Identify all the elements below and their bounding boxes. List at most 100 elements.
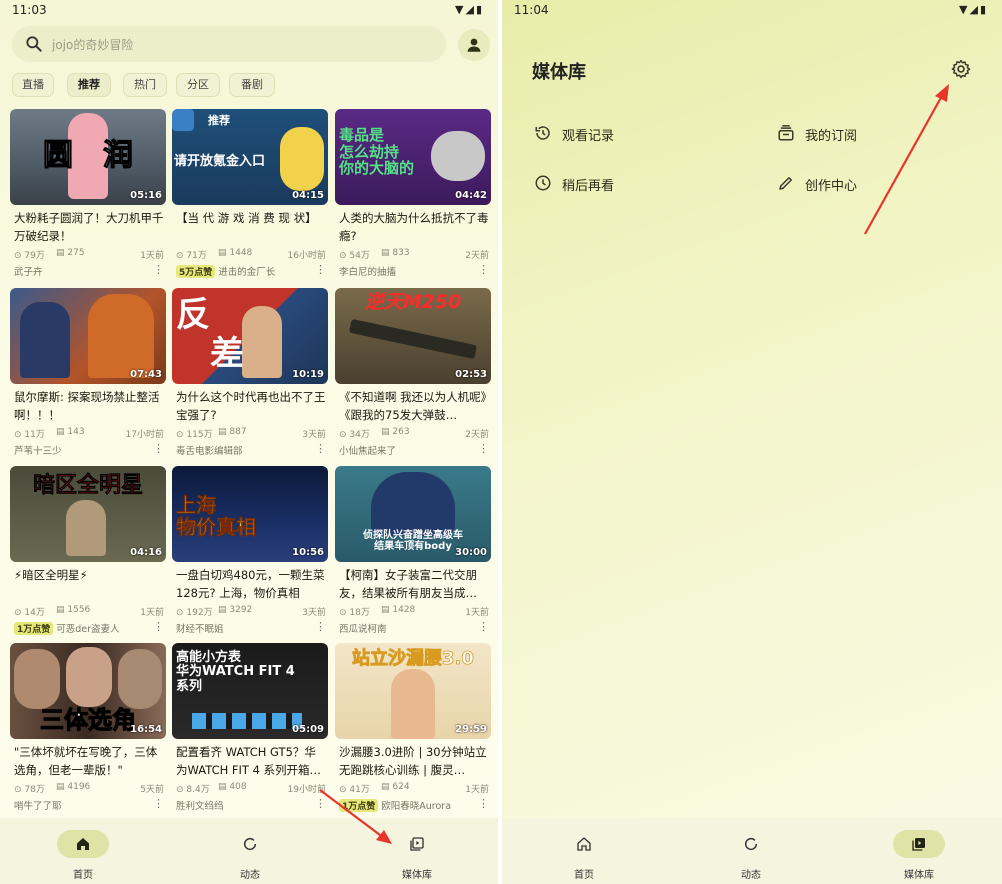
video-title[interactable]: 人类的大脑为什么抵抗不了毒瘾? (339, 209, 489, 245)
video-thumbnail[interactable]: 反 差 10:19 (172, 288, 328, 384)
nav-item-activity[interactable]: 动态 (215, 830, 285, 881)
video-author[interactable]: 财经不眠姐 (176, 621, 316, 635)
video-thumbnail[interactable]: 逆天M250 02:53 (335, 288, 491, 384)
video-title[interactable]: ⚡暗区全明星⚡ (14, 566, 164, 602)
video-author[interactable]: 1万点赞 欧阳春晓Aurora (339, 798, 479, 812)
video-card[interactable]: 反 差 10:19 为什么这个时代再也出不了王宝强了? ⊙ 115万 ▤ 887… (172, 288, 328, 460)
more-options-icon[interactable]: ⋮ (315, 621, 326, 633)
video-title[interactable]: 鼠尔摩斯: 探案现场禁止整活啊！！！ (14, 388, 164, 424)
video-thumbnail[interactable]: 圆 润 05:16 (10, 109, 166, 205)
status-icons: ▼◢▮ (455, 3, 484, 16)
menu-item-subscriptions[interactable]: 我的订阅 (777, 122, 977, 144)
video-author[interactable]: 小仙焦起来了 (339, 443, 479, 457)
author-name: 西瓜说柯南 (339, 624, 387, 635)
more-options-icon[interactable]: ⋮ (478, 798, 489, 810)
video-stats: ⊙ 71万 ▤ 1448 16小时前 (176, 248, 326, 261)
video-thumbnail[interactable]: 推荐 请开放氪金入口 04:15 (172, 109, 328, 205)
tab-categories[interactable]: 分区 (176, 73, 220, 97)
video-author[interactable]: 毒舌电影编辑部 (176, 443, 316, 457)
video-title[interactable]: 大粉耗子圆润了！大刀机甲千万破纪录！ (14, 209, 164, 245)
video-author[interactable]: 李白尼的抽搐 (339, 264, 479, 278)
video-card[interactable]: 07:43 鼠尔摩斯: 探案现场禁止整活啊！！！ ⊙ 11万 ▤ 143 17小… (10, 288, 166, 460)
video-title[interactable]: 一盘白切鸡480元，一颗生菜128元? 上海，物价真相 (176, 566, 326, 602)
more-options-icon[interactable]: ⋮ (153, 621, 164, 633)
video-duration: 10:56 (292, 547, 324, 558)
tab-hot[interactable]: 热门 (123, 73, 167, 97)
tab-recommend[interactable]: 推荐 (67, 73, 111, 97)
thumbnail-figure (20, 302, 70, 378)
battery-icon: ▮ (475, 3, 484, 16)
home-icon (77, 838, 89, 850)
video-thumbnail[interactable]: 侦探队兴奋蹭坐高级车 结果车顶有body 30:00 (335, 466, 491, 562)
video-card[interactable]: 上海 物价真相 10:56 一盘白切鸡480元，一颗生菜128元? 上海，物价真… (172, 466, 328, 638)
video-title[interactable]: 《不知道啊 我还以为人机呢》《跟我的75发大弹鼓… (339, 388, 489, 424)
nav-item-home[interactable]: 首页 (48, 830, 118, 881)
avatar-button[interactable] (458, 29, 490, 61)
menu-item-history[interactable]: 观看记录 (534, 122, 734, 144)
video-thumbnail[interactable]: 毒品是 怎么劫持 你的大脑的 04:42 (335, 109, 491, 205)
nav-item-library[interactable]: 媒体库 (382, 830, 452, 881)
video-author[interactable]: 武子卉 (14, 264, 154, 278)
video-thumbnail[interactable]: 上海 物价真相 10:56 (172, 466, 328, 562)
video-author[interactable]: 1万点赞 可恶der盗妻人 (14, 621, 154, 635)
nav-item-activity[interactable]: 动态 (716, 830, 786, 881)
video-title[interactable]: 为什么这个时代再也出不了王宝强了? (176, 388, 326, 424)
video-title[interactable]: "三体坏就坏在写晚了，三体选角，但老一辈版！" (14, 743, 164, 779)
video-title[interactable]: 沙漏腰3.0进阶 | 30分钟站立无跑跳核心训练 | 腹灵… (339, 743, 489, 779)
video-card[interactable]: 三体选角 16:54 "三体坏就坏在写晚了，三体选角，但老一辈版！" ⊙ 78万… (10, 643, 166, 815)
video-thumbnail[interactable]: 07:43 (10, 288, 166, 384)
video-title[interactable]: 【柯南】女子装富二代交朋友，结果被所有朋友当成… (339, 566, 489, 602)
search-input[interactable]: jojo的奇妙冒险 (52, 36, 133, 53)
video-author[interactable]: 哨牛了了耶 (14, 798, 154, 812)
video-thumbnail[interactable]: 站立沙漏腰3.0 29:59 (335, 643, 491, 739)
thumbnail-caption: 站立沙漏腰3.0 (352, 648, 475, 669)
video-card[interactable]: 逆天M250 02:53 《不知道啊 我还以为人机呢》《跟我的75发大弹鼓… ⊙… (335, 288, 491, 460)
thumbnail-caption: 请开放氪金入口 (174, 154, 266, 169)
home-icon (577, 837, 591, 851)
gear-icon[interactable] (950, 58, 972, 80)
video-title[interactable]: 配置看齐 WATCH GT5？华为WATCH FIT 4 系列开箱… (176, 743, 326, 779)
menu-item-watch-later[interactable]: 稍后再看 (534, 172, 734, 194)
video-card[interactable]: 推荐 请开放氪金入口 04:15 【当 代 游 戏 消 费 现 状】 ⊙ 71万… (172, 109, 328, 281)
author-name: 小仙焦起来了 (339, 446, 397, 457)
video-stats: ⊙ 8.4万 ▤ 408 19小时前 (176, 782, 326, 795)
video-author[interactable]: 西瓜说柯南 (339, 621, 479, 635)
video-card[interactable]: 暗区全明星 04:16 ⚡暗区全明星⚡ ⊙ 14万 ▤ 1556 1天前 1万点… (10, 466, 166, 638)
clock-icon (535, 175, 551, 191)
video-card[interactable]: 高能小方表 华为WATCH FIT 4 系列 05:09 配置看齐 WATCH … (172, 643, 328, 815)
more-options-icon[interactable]: ⋮ (478, 443, 489, 455)
tab-live[interactable]: 直播 (12, 73, 54, 97)
nav-item-library[interactable]: 媒体库 (884, 830, 954, 881)
more-options-icon[interactable]: ⋮ (315, 264, 326, 276)
library-icon (410, 837, 424, 851)
video-card[interactable]: 圆 润 05:16 大粉耗子圆润了！大刀机甲千万破纪录！ ⊙ 79万 ▤ 275… (10, 109, 166, 281)
danmaku-count: ▤ 1428 (381, 605, 416, 615)
video-card[interactable]: 站立沙漏腰3.0 29:59 沙漏腰3.0进阶 | 30分钟站立无跑跳核心训练 … (335, 643, 491, 815)
video-card[interactable]: 毒品是 怎么劫持 你的大脑的 04:42 人类的大脑为什么抵抗不了毒瘾? ⊙ 5… (335, 109, 491, 281)
nav-item-home[interactable]: 首页 (549, 830, 619, 881)
video-card[interactable]: 侦探队兴奋蹭坐高级车 结果车顶有body 30:00 【柯南】女子装富二代交朋友… (335, 466, 491, 638)
more-options-icon[interactable]: ⋮ (315, 798, 326, 810)
video-thumbnail[interactable]: 高能小方表 华为WATCH FIT 4 系列 05:09 (172, 643, 328, 739)
video-author[interactable]: 芦苇十三少 (14, 443, 154, 457)
video-author[interactable]: 5万点赞 进击的金厂长 (176, 264, 316, 278)
video-thumbnail[interactable]: 暗区全明星 04:16 (10, 466, 166, 562)
search-bar[interactable]: jojo的奇妙冒险 (12, 26, 446, 62)
video-stats: ⊙ 14万 ▤ 1556 1天前 (14, 605, 164, 618)
more-options-icon[interactable]: ⋮ (153, 443, 164, 455)
more-options-icon[interactable]: ⋮ (153, 264, 164, 276)
video-thumbnail[interactable]: 三体选角 16:54 (10, 643, 166, 739)
more-options-icon[interactable]: ⋮ (478, 264, 489, 276)
thumbnail-caption: 高能小方表 华为WATCH FIT 4 系列 (176, 650, 295, 694)
more-options-icon[interactable]: ⋮ (153, 798, 164, 810)
video-title[interactable]: 【当 代 游 戏 消 费 现 状】 (176, 209, 326, 245)
thumbnail-figure (391, 669, 435, 739)
video-author[interactable]: 胜利文绉绉 (176, 798, 316, 812)
more-options-icon[interactable]: ⋮ (478, 621, 489, 633)
nav-indicator (391, 830, 443, 858)
menu-item-creator-center[interactable]: 创作中心 (777, 172, 977, 194)
tab-bangumi[interactable]: 番剧 (229, 73, 275, 97)
video-stats: ⊙ 34万 ▤ 263 2天前 (339, 427, 489, 440)
more-options-icon[interactable]: ⋮ (315, 443, 326, 455)
nav-label: 动态 (240, 870, 260, 881)
